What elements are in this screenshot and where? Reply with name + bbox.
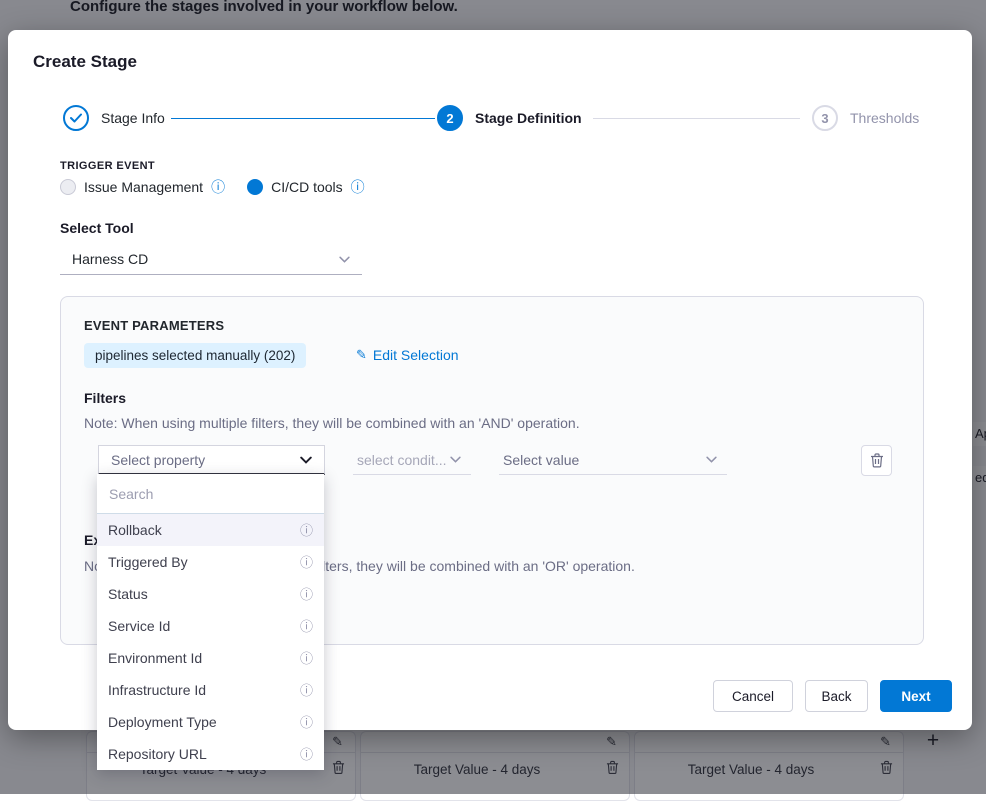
- property-select-placeholder: Select property: [111, 452, 300, 468]
- option-label: Triggered By: [108, 554, 300, 570]
- radio-issue-management[interactable]: [60, 179, 76, 195]
- property-select-dropdown[interactable]: Select property: [98, 445, 325, 475]
- stepper-step-stage-definition[interactable]: 2 Stage Definition: [437, 105, 582, 131]
- pipelines-selected-chip: pipelines selected manually (202): [84, 343, 306, 368]
- stepper-step-thresholds[interactable]: 3 Thresholds: [812, 105, 919, 131]
- chevron-down-icon: [450, 456, 461, 463]
- info-icon[interactable]: ⓘ: [300, 684, 313, 697]
- option-label: Rollback: [108, 522, 300, 538]
- back-button[interactable]: Back: [805, 680, 868, 712]
- chevron-down-icon: [706, 456, 717, 463]
- next-button[interactable]: Next: [880, 680, 952, 712]
- edit-pencil-icon: ✎: [356, 347, 367, 363]
- edit-selection-label: Edit Selection: [373, 347, 459, 363]
- create-stage-modal: Create Stage Stage Info 2 Stage Definiti…: [8, 30, 972, 730]
- menu-option-status[interactable]: Status ⓘ: [97, 578, 324, 610]
- step-number: 2: [437, 105, 463, 131]
- option-label: Deployment Type: [108, 714, 300, 730]
- modal-title: Create Stage: [33, 52, 137, 72]
- chevron-down-icon: [300, 456, 312, 464]
- event-parameters-heading: EVENT PARAMETERS: [84, 318, 224, 333]
- radio-label: CI/CD tools: [271, 179, 343, 195]
- tool-select-value: Harness CD: [72, 251, 339, 267]
- info-icon[interactable]: ⓘ: [300, 652, 313, 665]
- trigger-event-heading: TRIGGER EVENT: [60, 160, 155, 172]
- trigger-event-radio-group: Issue Management ⓘ CI/CD tools ⓘ: [60, 179, 365, 195]
- filters-note: Note: When using multiple filters, they …: [84, 415, 580, 431]
- radio-cicd-tools[interactable]: [247, 179, 263, 195]
- search-input[interactable]: [109, 479, 312, 509]
- option-label: Environment Id: [108, 650, 300, 666]
- filters-heading: Filters: [84, 390, 126, 406]
- info-icon[interactable]: ⓘ: [211, 180, 225, 194]
- info-icon[interactable]: ⓘ: [300, 620, 313, 633]
- info-icon[interactable]: ⓘ: [351, 180, 365, 194]
- menu-option-service-id[interactable]: Service Id ⓘ: [97, 610, 324, 642]
- step-number: 3: [812, 105, 838, 131]
- stepper-step-stage-info[interactable]: Stage Info: [63, 105, 165, 131]
- radio-label: Issue Management: [84, 179, 203, 195]
- select-tool-label: Select Tool: [60, 220, 134, 236]
- option-label: Infrastructure Id: [108, 682, 300, 698]
- stepper-connector: [171, 118, 435, 119]
- tool-select-dropdown[interactable]: Harness CD: [60, 244, 362, 275]
- condition-select-placeholder: select condit...: [357, 452, 450, 468]
- menu-option-repository-url[interactable]: Repository URL ⓘ: [97, 738, 324, 770]
- edit-selection-link[interactable]: ✎ Edit Selection: [356, 347, 459, 363]
- menu-option-deployment-type[interactable]: Deployment Type ⓘ: [97, 706, 324, 738]
- condition-select-dropdown[interactable]: select condit...: [353, 445, 471, 475]
- value-select-dropdown[interactable]: Select value: [499, 445, 727, 475]
- menu-search: [97, 474, 324, 514]
- cancel-button[interactable]: Cancel: [713, 680, 793, 712]
- step-label: Stage Definition: [475, 110, 582, 126]
- check-icon: [63, 105, 89, 131]
- value-select-placeholder: Select value: [503, 452, 706, 468]
- info-icon[interactable]: ⓘ: [300, 556, 313, 569]
- info-icon[interactable]: ⓘ: [300, 716, 313, 729]
- info-icon[interactable]: ⓘ: [300, 748, 313, 761]
- menu-option-rollback[interactable]: Rollback ⓘ: [97, 514, 324, 546]
- option-label: Service Id: [108, 618, 300, 634]
- info-icon[interactable]: ⓘ: [300, 524, 313, 537]
- option-label: Status: [108, 586, 300, 602]
- menu-option-triggered-by[interactable]: Triggered By ⓘ: [97, 546, 324, 578]
- info-icon[interactable]: ⓘ: [300, 588, 313, 601]
- chevron-down-icon: [339, 256, 350, 263]
- step-label: Thresholds: [850, 110, 919, 126]
- menu-option-infrastructure-id[interactable]: Infrastructure Id ⓘ: [97, 674, 324, 706]
- property-select-menu: Rollback ⓘ Triggered By ⓘ Status ⓘ Servi…: [97, 474, 324, 770]
- option-label: Repository URL: [108, 746, 300, 762]
- trash-icon: [870, 453, 884, 468]
- stepper-connector: [593, 118, 800, 119]
- menu-option-environment-id[interactable]: Environment Id ⓘ: [97, 642, 324, 674]
- delete-filter-button[interactable]: [861, 445, 892, 476]
- step-label: Stage Info: [101, 110, 165, 126]
